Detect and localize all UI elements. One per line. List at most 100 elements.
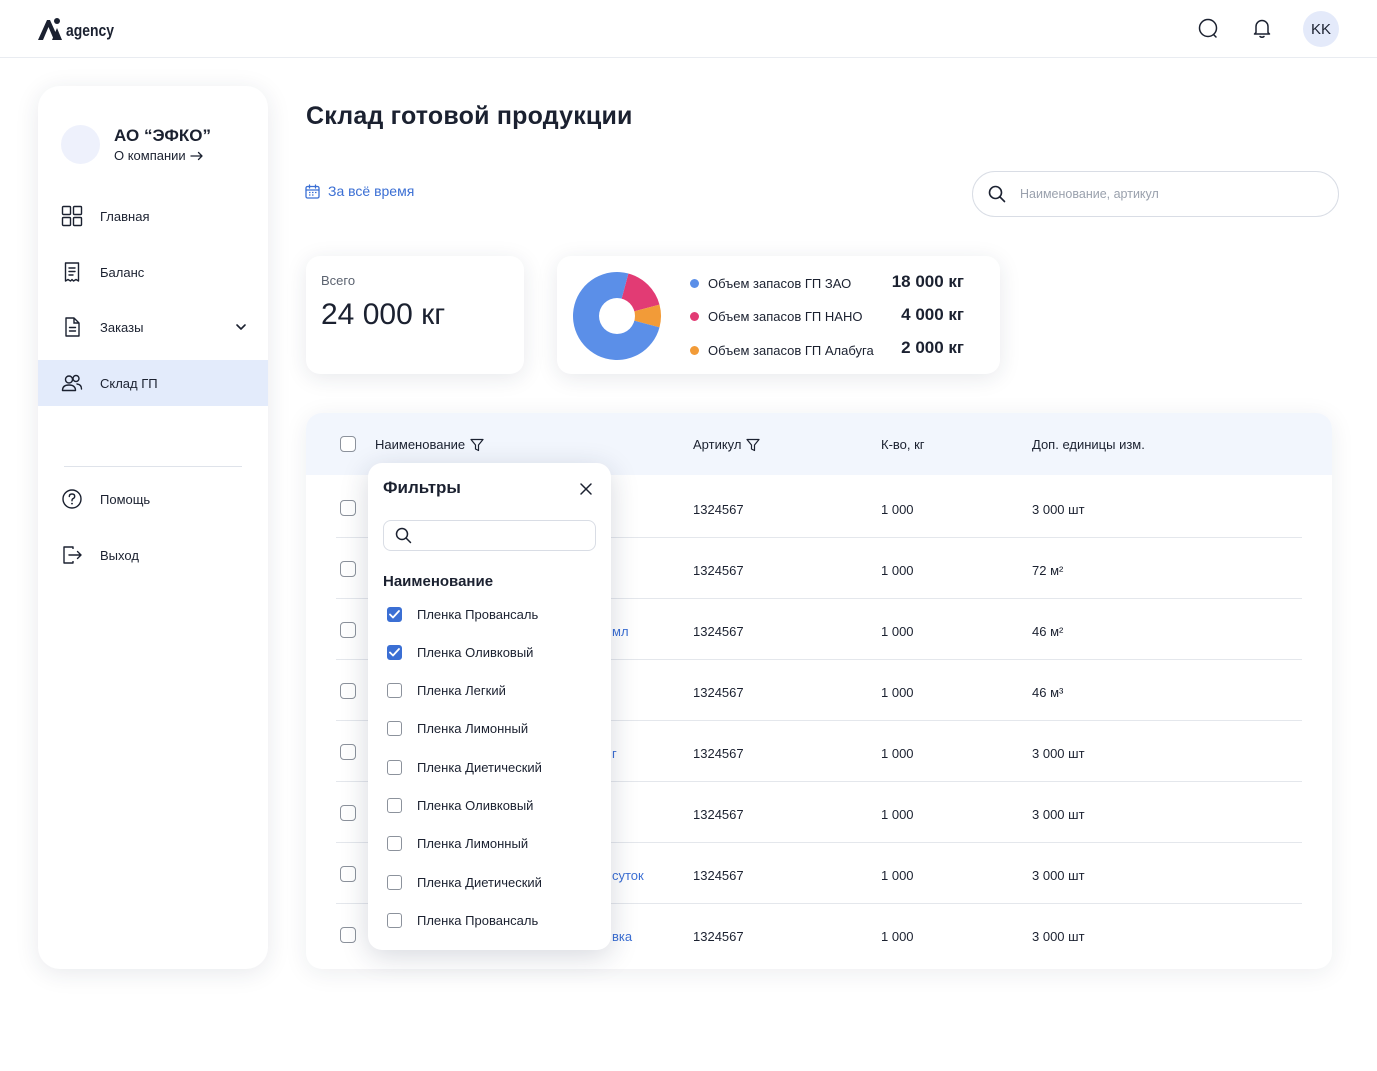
legend-dot-nano xyxy=(690,312,699,321)
filter-option[interactable]: Пленка Провансаль xyxy=(387,607,538,622)
row-article: 1324567 xyxy=(693,929,744,944)
search-icon xyxy=(395,527,412,544)
sidebar-item-label: Баланс xyxy=(100,264,145,280)
filter-checkbox[interactable] xyxy=(387,721,402,736)
row-name[interactable]: г xyxy=(612,746,617,761)
column-label: К-во, кг xyxy=(881,437,925,452)
row-qty: 1 000 xyxy=(881,685,914,700)
search-box[interactable] xyxy=(972,171,1339,217)
filter-search-box[interactable] xyxy=(383,520,596,551)
row-article: 1324567 xyxy=(693,502,744,517)
column-name[interactable]: Наименование xyxy=(375,437,484,452)
legend-label: Объем запасов ГП ЗАО xyxy=(708,276,852,291)
filter-checkbox[interactable] xyxy=(387,760,402,775)
sidebar-item-warehouse[interactable]: Склад ГП xyxy=(38,360,268,406)
company-name: АО “ЭФКО” xyxy=(114,126,211,145)
sidebar-item-label: Главная xyxy=(100,208,150,224)
receipt-icon xyxy=(61,261,83,283)
total-card: Всего 24 000 кг xyxy=(306,256,524,374)
row-qty: 1 000 xyxy=(881,868,914,883)
sidebar-item-label: Помощь xyxy=(100,491,151,507)
row-checkbox[interactable] xyxy=(340,561,356,577)
sidebar: АО “ЭФКО” О компании Главная Баланс Зака… xyxy=(38,86,268,969)
filter-option-label: Пленка Диетический xyxy=(417,875,542,890)
sidebar-item-label: Склад ГП xyxy=(100,375,158,391)
filter-icon[interactable] xyxy=(746,438,761,452)
filter-option-label: Пленка Оливковый xyxy=(417,798,534,813)
search-icon xyxy=(988,185,1006,203)
row-name[interactable]: суток xyxy=(612,868,644,883)
row-checkbox[interactable] xyxy=(340,683,356,699)
legend-value: 18 000 кг xyxy=(891,272,964,291)
filter-option[interactable]: Пленка Провансаль xyxy=(387,913,538,928)
filter-checkbox[interactable] xyxy=(387,836,402,851)
filter-option[interactable]: Пленка Оливковый xyxy=(387,645,533,660)
row-qty: 1 000 xyxy=(881,624,914,639)
row-qty: 1 000 xyxy=(881,502,914,517)
sidebar-item-logout[interactable]: Выход xyxy=(38,532,268,578)
row-extra: 3 000 шт xyxy=(1032,929,1085,944)
filter-checkbox[interactable] xyxy=(387,875,402,890)
legend-label: Объем запасов ГП НАНО xyxy=(708,309,863,324)
row-checkbox[interactable] xyxy=(340,866,356,882)
column-qty: К-во, кг xyxy=(881,437,925,452)
sidebar-item-label: Выход xyxy=(100,547,139,563)
row-checkbox[interactable] xyxy=(340,927,356,943)
filter-option[interactable]: Пленка Легкий xyxy=(387,683,506,698)
user-avatar[interactable]: KK xyxy=(1303,11,1339,47)
filter-option-label: Пленка Оливковый xyxy=(417,645,534,660)
filter-section-title: Наименование xyxy=(383,573,494,590)
filter-option[interactable]: Пленка Диетический xyxy=(387,875,542,890)
filter-checkbox[interactable] xyxy=(387,607,402,622)
stock-chart-card: Объем запасов ГП ЗАО 18 000 кг Объем зап… xyxy=(557,256,1000,374)
users-icon xyxy=(61,372,83,394)
page-title: Склад готовой продукции xyxy=(306,102,633,130)
sidebar-item-label: Заказы xyxy=(100,319,144,335)
date-filter[interactable]: За всё время xyxy=(305,183,414,199)
row-checkbox[interactable] xyxy=(340,500,356,516)
row-extra: 3 000 шт xyxy=(1032,868,1085,883)
checkmark-icon xyxy=(389,648,400,657)
row-checkbox[interactable] xyxy=(340,622,356,638)
filter-icon[interactable] xyxy=(470,438,484,452)
sidebar-item-main[interactable]: Главная xyxy=(38,193,268,239)
sidebar-item-help[interactable]: Помощь xyxy=(38,476,268,522)
legend-item: Объем запасов ГП ЗАО xyxy=(690,276,851,291)
pie-hole xyxy=(599,298,635,334)
legend-dot-alabuga xyxy=(690,346,699,355)
filter-checkbox[interactable] xyxy=(387,683,402,698)
column-label: Доп. единицы изм. xyxy=(1032,437,1145,452)
filter-option-label: Пленка Лимонный xyxy=(417,721,529,736)
filter-popup: Фильтры Наименование Пленка Провансаль П… xyxy=(368,463,611,950)
total-value: 24 000 кг xyxy=(321,298,446,331)
search-input[interactable] xyxy=(1020,187,1320,201)
row-extra: 46 м³ xyxy=(1032,685,1064,700)
row-article: 1324567 xyxy=(693,624,744,639)
filter-checkbox[interactable] xyxy=(387,913,402,928)
filter-option[interactable]: Пленка Оливковый xyxy=(387,798,533,813)
sidebar-item-balance[interactable]: Баланс xyxy=(38,249,268,295)
filter-checkbox[interactable] xyxy=(387,798,402,813)
close-icon[interactable] xyxy=(578,481,594,497)
bell-icon[interactable] xyxy=(1251,17,1273,39)
row-checkbox[interactable] xyxy=(340,744,356,760)
row-checkbox[interactable] xyxy=(340,805,356,821)
about-company-link[interactable]: О компании xyxy=(114,148,204,163)
help-icon xyxy=(61,488,83,510)
filter-option[interactable]: Пленка Лимонный xyxy=(387,721,528,736)
chevron-down-icon[interactable] xyxy=(234,320,248,334)
pie-chart xyxy=(573,272,661,360)
filter-checkbox[interactable] xyxy=(387,645,402,660)
select-all-checkbox[interactable] xyxy=(340,436,356,452)
column-article[interactable]: Артикул xyxy=(693,437,761,452)
filter-option[interactable]: Пленка Диетический xyxy=(387,760,542,775)
sidebar-item-orders[interactable]: Заказы xyxy=(38,304,268,350)
checkmark-icon xyxy=(389,610,400,619)
chat-icon[interactable] xyxy=(1197,17,1219,39)
row-name[interactable]: вка xyxy=(612,929,632,944)
logo[interactable]: agency xyxy=(37,13,125,41)
row-extra: 46 м² xyxy=(1032,624,1064,639)
sidebar-divider xyxy=(64,466,242,467)
filter-option[interactable]: Пленка Лимонный xyxy=(387,836,528,851)
row-name[interactable]: мл xyxy=(612,624,629,639)
